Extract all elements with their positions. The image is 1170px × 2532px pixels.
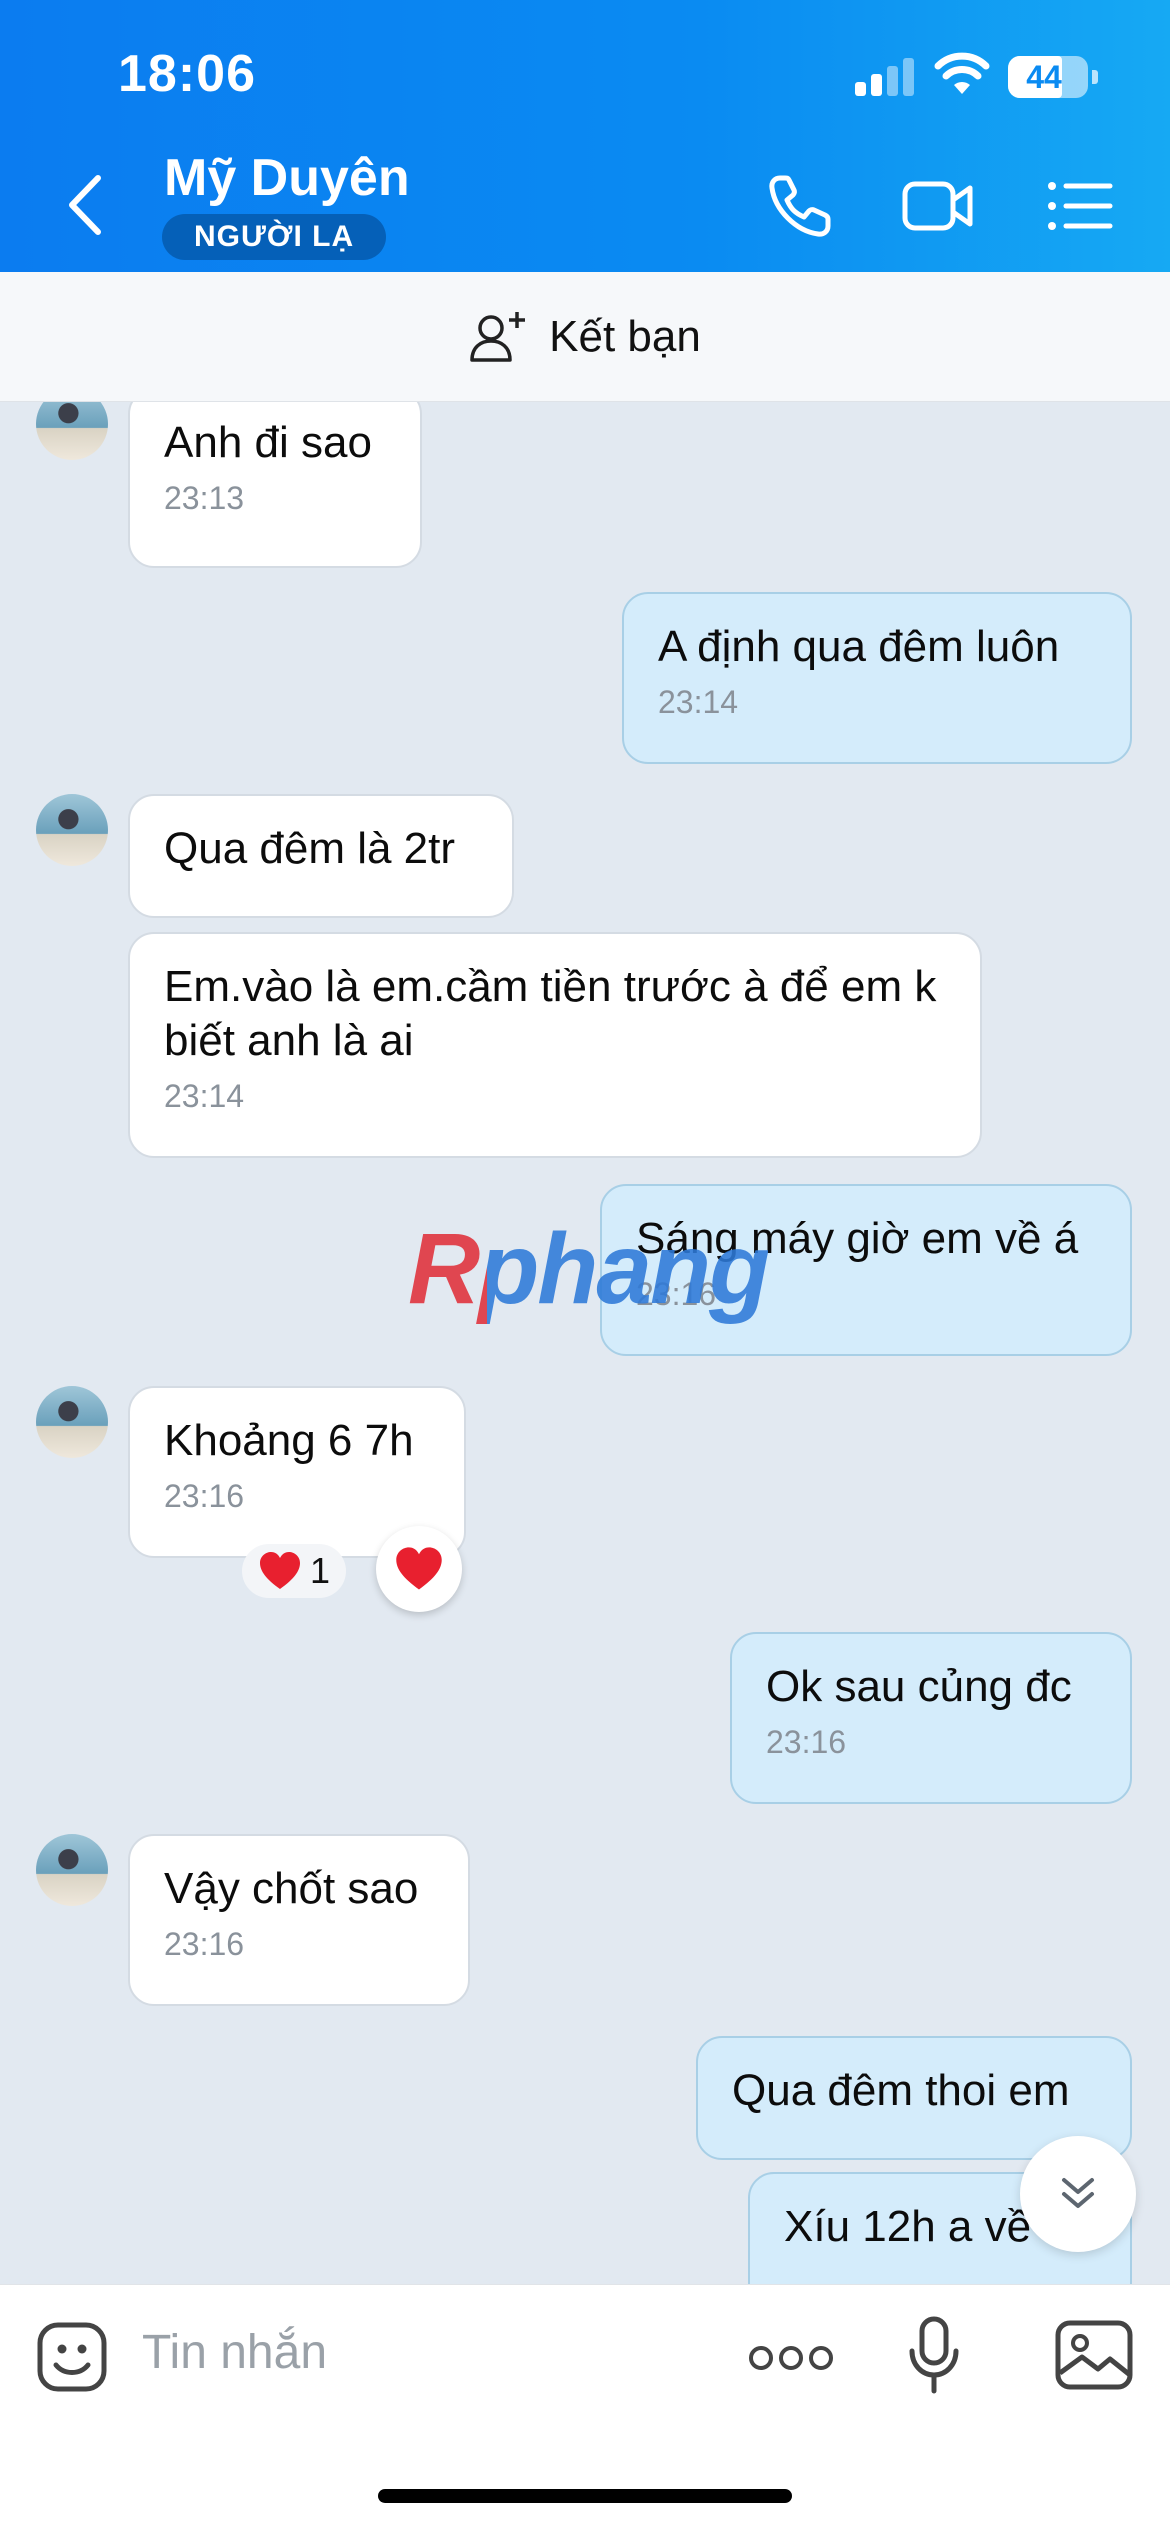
video-camera-icon[interactable] [902,172,974,240]
message-text: Qua đêm là 2tr [164,824,456,873]
message-text: Qua đêm thoi em [732,2066,1070,2115]
message-bubble-incoming[interactable]: Qua đêm là 2tr [128,794,514,918]
react-button[interactable] [376,1526,462,1612]
reaction-summary[interactable]: 1 [242,1544,347,1598]
message-time: 23:14 [164,1078,245,1114]
microphone-icon[interactable] [906,2315,962,2395]
watermark-logo: Rphang [408,1213,770,1325]
message-text: Anh đi sao [164,418,372,467]
stranger-badge: NGƯỜI LẠ [162,214,387,260]
reaction-count: 1 [310,1550,331,1591]
message-text: Vậy chốt sao [164,1864,419,1913]
scroll-to-bottom-button[interactable] [1020,2136,1136,2252]
avatar[interactable] [36,794,108,866]
message-text: Ok sau củng đc [766,1662,1072,1711]
message-bubble-incoming[interactable]: Em.vào là em.cầm tiền trước à để em k bi… [128,932,982,1158]
message-time: 23:16 [164,1478,245,1514]
chat-header: 18:06 44 Mỹ Duyên NGƯỜI LẠ [0,0,1170,272]
message-text: Khoảng 6 7h [164,1416,414,1465]
list-menu-icon[interactable] [1044,172,1116,240]
wifi-icon [934,52,990,94]
home-indicator [378,2489,792,2503]
message-input[interactable]: Tin nhắn [142,2325,327,2380]
heart-icon [260,1552,300,1589]
message-text: Em.vào là em.cầm tiền trước à để em k bi… [164,962,937,1065]
message-list[interactable]: Anh đi sao 23:13 A định qua đêm luôn 23:… [0,402,1170,2284]
phone-icon[interactable] [766,172,838,240]
add-person-icon [470,311,526,362]
add-friend-label: Kết bạn [549,311,701,361]
message-time: 23:16 [164,1926,245,1962]
more-dots-icon[interactable] [748,2343,834,2373]
message-time: 23:13 [164,480,245,516]
heart-icon [396,1547,442,1590]
image-icon[interactable] [1054,2319,1134,2391]
status-time: 18:06 [118,45,256,103]
message-composer: Tin nhắn [0,2284,1170,2532]
cellular-signal-icon [855,58,915,96]
sticker-face-icon[interactable] [36,2321,108,2393]
contact-name[interactable]: Mỹ Duyên [164,148,410,208]
battery-indicator: 44 [1008,56,1098,98]
message-bubble-incoming[interactable]: Vậy chốt sao 23:16 [128,1834,470,2006]
avatar[interactable] [36,402,108,460]
message-bubble-incoming[interactable]: Anh đi sao 23:13 [128,402,422,568]
message-time: 23:14 [658,684,739,720]
avatar[interactable] [36,1834,108,1906]
battery-level: 44 [1026,59,1062,95]
message-bubble-outgoing[interactable]: A định qua đêm luôn 23:14 [622,592,1132,764]
message-bubble-outgoing[interactable]: Ok sau củng đc 23:16 [730,1632,1132,1804]
add-friend-button[interactable]: Kết bạn [0,272,1170,402]
message-time: 23:16 [766,1724,847,1760]
double-chevron-down-icon [1062,2178,1094,2208]
back-button[interactable] [56,170,116,240]
avatar[interactable] [36,1386,108,1458]
message-text: A định qua đêm luôn [658,622,1060,671]
